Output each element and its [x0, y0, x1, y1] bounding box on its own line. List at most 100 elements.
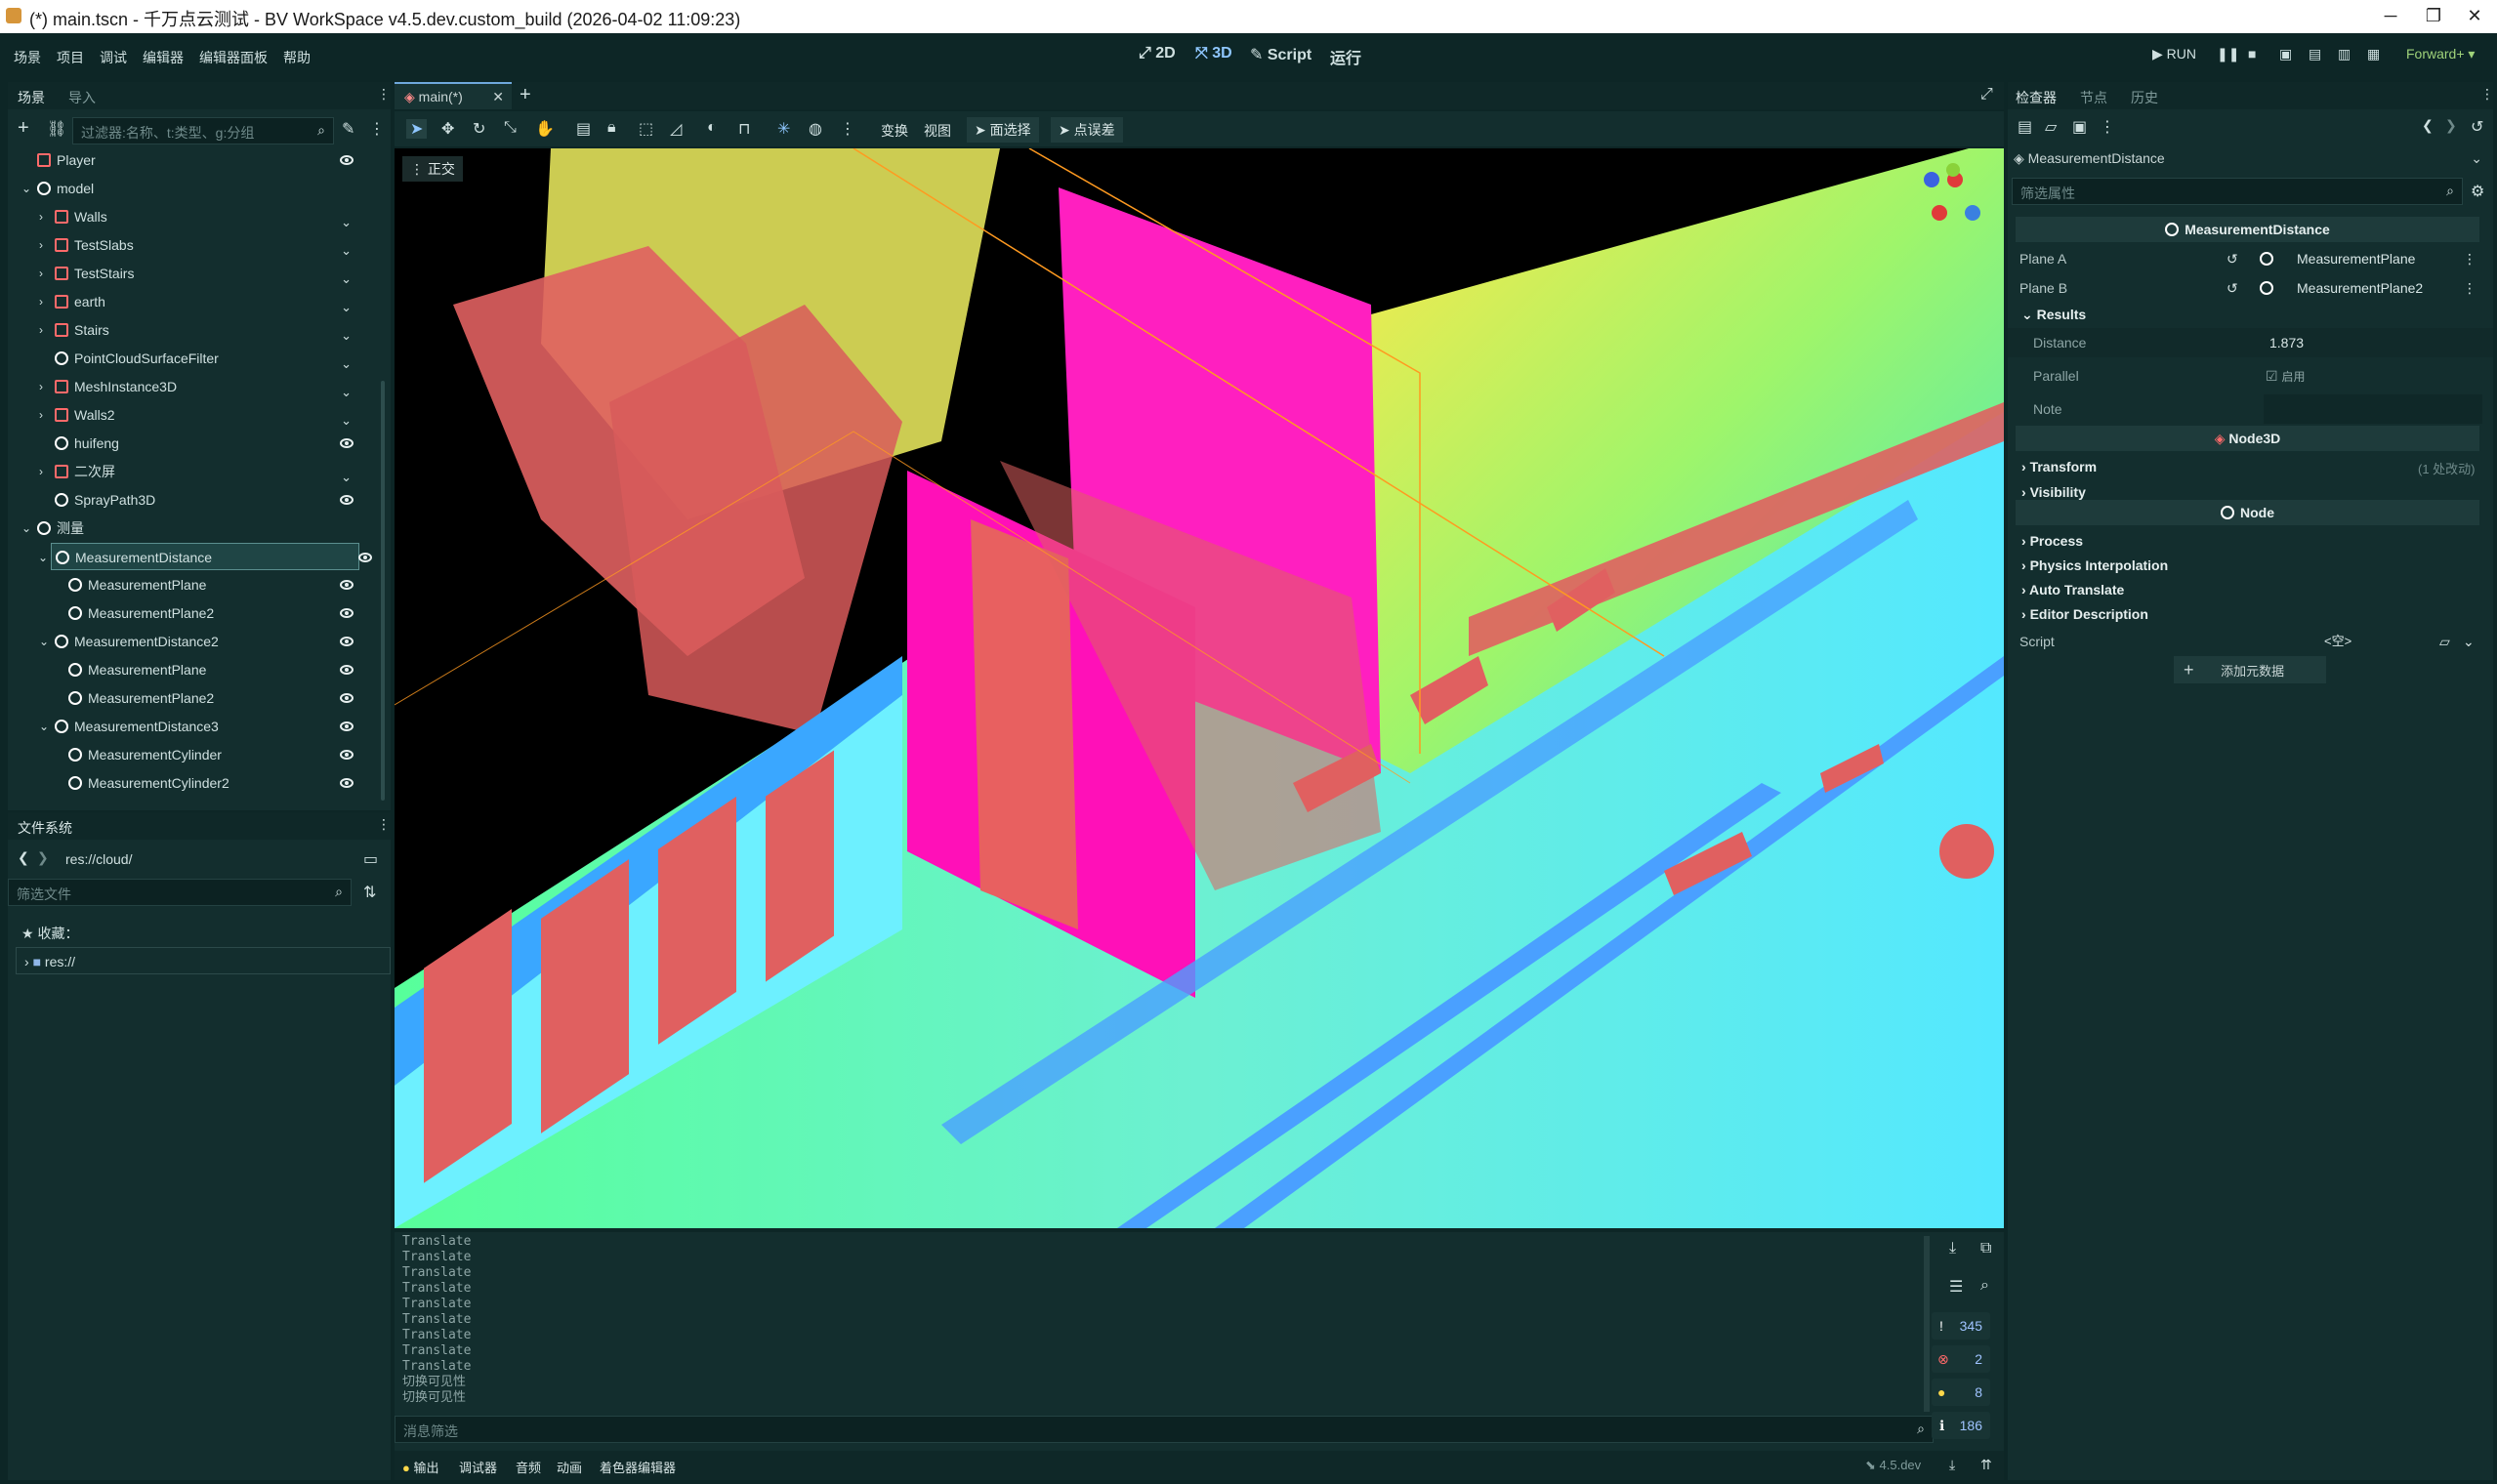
menu-editor[interactable]: 编辑器: [143, 48, 184, 67]
file-filter-input[interactable]: 筛选文件 ⌕: [8, 879, 352, 906]
inspector-menu-icon[interactable]: ⋮: [2100, 117, 2115, 137]
tab-scene[interactable]: 场景: [18, 88, 45, 107]
mode-2d-button[interactable]: ⤢ 2D: [1139, 45, 1176, 62]
menu-scene[interactable]: 场景: [14, 48, 41, 67]
tab-filesystem[interactable]: 文件系统: [18, 818, 72, 838]
expand-chevron-icon[interactable]: ⌄: [21, 515, 31, 542]
scene-tree-item[interactable]: PointCloudSurfaceFilter ⌄: [8, 345, 371, 372]
renderer-select[interactable]: Forward+ ▾: [2406, 46, 2475, 62]
forward-icon[interactable]: ❯: [37, 849, 49, 866]
results-group[interactable]: ⌄ Results: [2021, 307, 2086, 323]
menu-debug[interactable]: 调试: [100, 48, 127, 67]
scene-tree-item[interactable]: huifeng: [8, 430, 371, 457]
visibility-eye-icon[interactable]: [340, 721, 354, 731]
note-field[interactable]: [2264, 394, 2482, 424]
add-tab-icon[interactable]: +: [520, 84, 531, 106]
script-value[interactable]: <空>: [2324, 627, 2351, 656]
plane-a-value[interactable]: MeasurementPlane: [2297, 244, 2415, 273]
error-count-badge[interactable]: ⊗ 2: [1932, 1345, 1990, 1373]
tab-history[interactable]: 历史: [2131, 88, 2158, 107]
close-tab-icon[interactable]: ✕: [492, 89, 504, 105]
face-select-button[interactable]: ➤ 面选择: [967, 117, 1039, 143]
mode-3d-button[interactable]: ⤧ 3D: [1195, 45, 1232, 62]
3d-viewport[interactable]: ⋮ 正交: [395, 148, 2004, 1228]
scene-tree-item[interactable]: SprayPath3D: [8, 486, 371, 514]
scene-tree-item[interactable]: ⌄ MeasurementDistance2: [8, 628, 371, 655]
expand-chevron-icon[interactable]: ›: [39, 231, 43, 259]
pan-tool-icon[interactable]: ✋: [535, 119, 555, 139]
tab-debugger[interactable]: 调试器: [459, 1458, 497, 1476]
close-button[interactable]: ✕: [2455, 3, 2494, 28]
visibility-eye-icon[interactable]: [358, 553, 372, 562]
script-attach-icon[interactable]: ✎: [342, 119, 354, 139]
sun-preview-icon[interactable]: ✳: [777, 119, 790, 139]
play-custom-icon[interactable]: ▦: [2367, 46, 2380, 62]
menu-editor-docks[interactable]: 编辑器面板: [199, 48, 268, 67]
warning-count-badge[interactable]: ● 8: [1932, 1379, 1990, 1406]
process-group[interactable]: › Process: [2021, 533, 2083, 549]
physics-interpolation-group[interactable]: › Physics Interpolation: [2021, 557, 2168, 573]
visibility-group[interactable]: › Visibility: [2021, 484, 2086, 500]
plane-a-menu-icon[interactable]: ⋮: [2463, 244, 2476, 273]
tab-main-scene[interactable]: ◈ main(*) ✕: [395, 82, 512, 109]
expand-chevron-icon[interactable]: ⌄: [39, 628, 49, 655]
history-back-icon[interactable]: ❮: [2422, 117, 2434, 134]
scene-tree-scrollbar[interactable]: [381, 381, 385, 801]
parallel-checkbox[interactable]: ☑ 启用: [2266, 361, 2305, 392]
link-icon[interactable]: ⛓: [47, 119, 66, 139]
visibility-eye-icon[interactable]: [340, 750, 354, 760]
dock-menu-icon[interactable]: ⋮: [2480, 86, 2494, 103]
stop-icon[interactable]: ■: [2248, 46, 2256, 62]
visibility-eye-icon[interactable]: [340, 608, 354, 618]
scene-tree-item[interactable]: MeasurementPlane: [8, 656, 371, 683]
remote-debug-icon[interactable]: ▣: [2279, 46, 2292, 62]
expand-chevron-icon[interactable]: ⌄: [21, 175, 31, 202]
visibility-eye-icon[interactable]: [340, 637, 354, 646]
expand-chevron-icon[interactable]: ›: [39, 373, 43, 400]
distraction-free-icon[interactable]: ⤢: [1980, 86, 1993, 103]
scene-menu-icon[interactable]: ⋮: [369, 119, 385, 139]
sort-icon[interactable]: ⇅: [363, 883, 376, 902]
select-tool-icon[interactable]: ➤: [406, 119, 428, 139]
scene-tree-item[interactable]: ⌄ model: [8, 175, 371, 202]
scene-tree-item[interactable]: ⌄ MeasurementDistance: [38, 543, 372, 570]
view-menu[interactable]: 视图: [924, 121, 951, 141]
chevron-down-icon[interactable]: ⌄: [2463, 627, 2475, 656]
minimize-button[interactable]: ─: [2371, 3, 2410, 28]
visibility-eye-icon[interactable]: [340, 495, 354, 505]
mode-script-button[interactable]: ✎ Script: [1250, 45, 1311, 64]
visibility-eye-icon[interactable]: [340, 155, 354, 165]
scene-tree-item[interactable]: › Walls ⌄: [8, 203, 371, 230]
scene-tree-item[interactable]: MeasurementPlane: [8, 571, 371, 598]
tab-animation[interactable]: 动画: [557, 1458, 582, 1476]
expand-chevron-icon[interactable]: ⌄: [38, 544, 48, 571]
scene-filter-input[interactable]: 过滤器:名称、t:类型、g:分组 ⌕: [72, 117, 334, 144]
transform-menu[interactable]: 变换: [881, 121, 908, 141]
output-scrollbar[interactable]: [1924, 1236, 1930, 1412]
point-error-button[interactable]: ➤ 点误差: [1051, 117, 1123, 143]
pause-icon[interactable]: ❚❚: [2217, 46, 2239, 62]
scene-tree-item[interactable]: › MeshInstance3D ⌄: [8, 373, 371, 400]
scene-tree-item[interactable]: › 二次屏 ⌄: [8, 458, 371, 485]
editor-description-group[interactable]: › Editor Description: [2021, 606, 2148, 622]
scene-tree-item[interactable]: › Stairs ⌄: [8, 316, 371, 344]
scene-tree-item[interactable]: › TestStairs ⌄: [8, 260, 371, 287]
scene-tree-item[interactable]: MeasurementCylinder2: [8, 769, 371, 797]
visibility-eye-icon[interactable]: [340, 665, 354, 675]
scene-tree-item[interactable]: ⌄ 测量: [8, 515, 371, 542]
expand-chevron-icon[interactable]: ›: [39, 203, 43, 230]
save-resource-icon[interactable]: ▣: [2072, 117, 2087, 137]
expand-chevron-icon[interactable]: ›: [39, 458, 43, 485]
scene-tree-item[interactable]: MeasurementCylinder: [8, 741, 371, 768]
more-options-icon[interactable]: ⋮: [840, 119, 855, 139]
layout-toggle-icon[interactable]: ▭: [363, 849, 378, 869]
expand-chevron-icon[interactable]: ›: [39, 401, 43, 429]
tab-audio[interactable]: 音频: [516, 1458, 541, 1476]
revert-icon[interactable]: ↺: [2226, 244, 2238, 273]
scale-tool-icon[interactable]: ⤡: [504, 119, 517, 137]
auto-translate-group[interactable]: › Auto Translate: [2021, 582, 2124, 598]
group-icon[interactable]: ⬚: [639, 119, 653, 139]
movie-icon[interactable]: ▤: [2309, 46, 2321, 62]
path-field[interactable]: res://cloud/: [57, 845, 359, 873]
magnet-icon[interactable]: ⊓: [738, 119, 750, 139]
